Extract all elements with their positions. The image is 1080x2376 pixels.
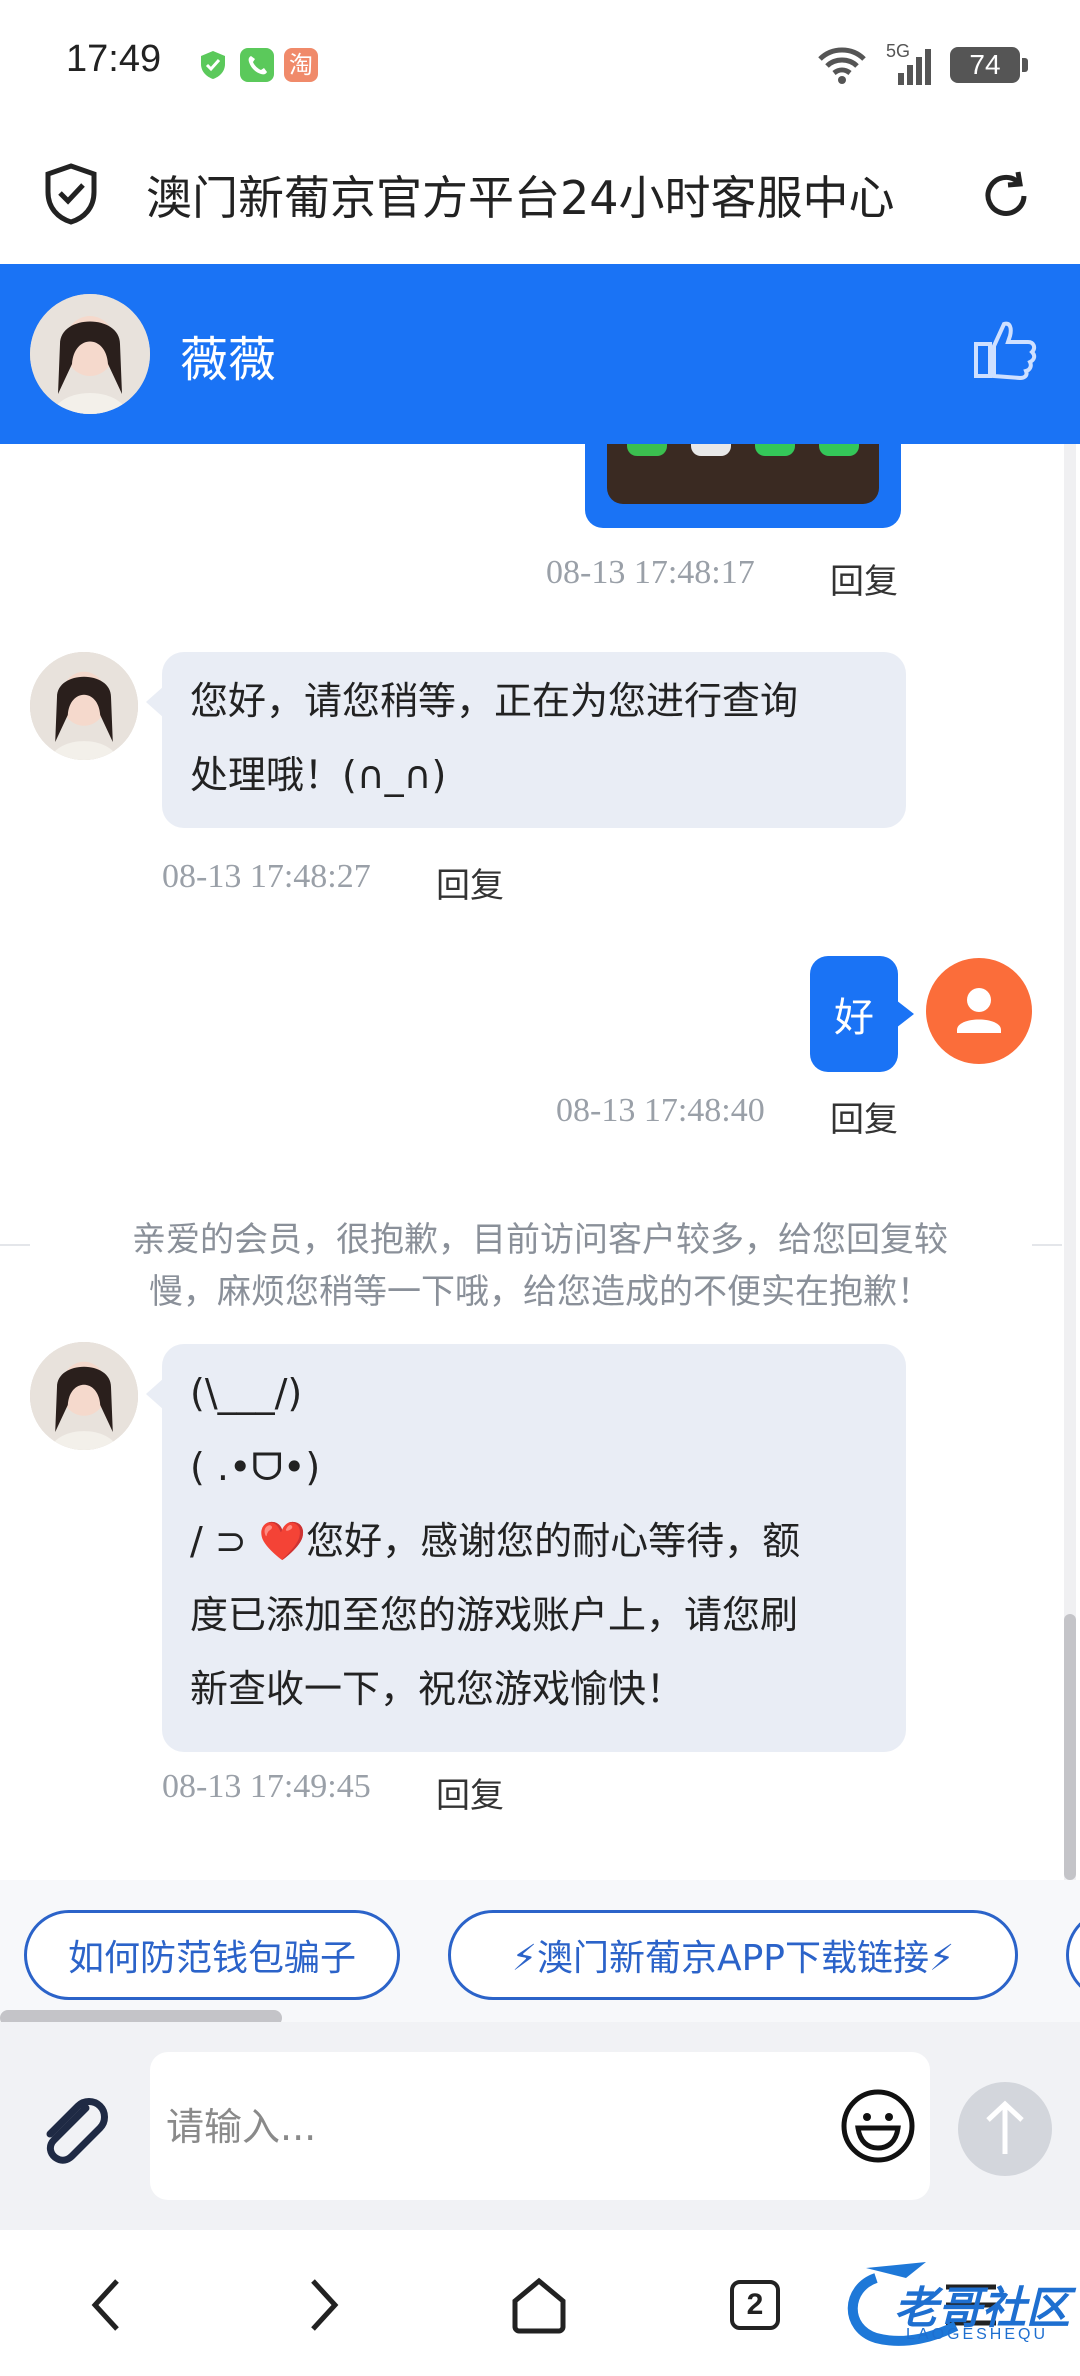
message-time: 08-13 17:49:45 bbox=[162, 1768, 371, 1805]
send-button[interactable] bbox=[958, 2082, 1052, 2176]
message-text: ( .•ᗜ•) bbox=[190, 1445, 321, 1489]
refresh-icon[interactable] bbox=[976, 166, 1036, 226]
phone-app-icon bbox=[755, 444, 795, 456]
agent-name: 薇薇 bbox=[180, 332, 277, 388]
image-message[interactable] bbox=[585, 444, 901, 528]
message-text: / ⊃ bbox=[190, 1519, 259, 1563]
tabs-button[interactable]: 2 bbox=[710, 2260, 800, 2350]
reply-button[interactable]: 回复 bbox=[830, 554, 898, 603]
title-bar: 澳门新葡京官方平台24小时客服中心 bbox=[0, 130, 1080, 264]
input-area bbox=[0, 2022, 1080, 2230]
agent-avatar[interactable] bbox=[30, 294, 150, 414]
watermark-logo: 老哥社区 LAOGESHEQU bbox=[836, 2248, 1070, 2358]
quick-replies: 如何防范钱包骗子 ⚡澳门新葡京APP下载链接⚡ bbox=[0, 1880, 1080, 2022]
system-notice: 亲爱的会员，很抱歉，目前访问客户较多，给您回复较 慢，麻烦您稍等一下哦，给您造成… bbox=[0, 1214, 1080, 1318]
message-text: 度已添加至您的游戏账户上，请您刷 bbox=[190, 1593, 799, 1637]
quick-reply-app-download[interactable]: ⚡澳门新葡京APP下载链接⚡ bbox=[448, 1910, 1018, 2000]
agent-message-bubble: 您好，请您稍等，正在为您进行查询 处理哦！(∩_∩) bbox=[146, 652, 906, 828]
message-time: 08-13 17:48:27 bbox=[162, 858, 371, 895]
home-button[interactable] bbox=[494, 2260, 584, 2350]
messages-app-icon bbox=[819, 444, 859, 456]
thumbs-up-icon[interactable] bbox=[970, 314, 1040, 384]
chat-area[interactable]: 08-13 17:48:17 回复 您好，请您稍等，正在为您进行查询 处理哦！(… bbox=[0, 444, 1080, 1880]
message-input[interactable] bbox=[166, 2082, 806, 2172]
message-time: 08-13 17:48:17 bbox=[546, 554, 755, 591]
reply-button[interactable]: 回复 bbox=[436, 1768, 504, 1817]
message-text-line: / ⊃ ❤️您好，感谢您的耐心等待，额 bbox=[190, 1504, 878, 1578]
agent-message-avatar bbox=[30, 652, 138, 760]
watermark-subtext: LAOGESHEQU bbox=[906, 2326, 1049, 2343]
message-text: 新查收一下，祝您游戏愉快！ bbox=[190, 1667, 685, 1711]
heart-icon: ❤️ bbox=[258, 1519, 307, 1563]
message-text: 您好，感谢您的耐心等待，额 bbox=[306, 1519, 801, 1563]
quick-reply-wallet-scam[interactable]: 如何防范钱包骗子 bbox=[24, 1910, 400, 2000]
battery-icon: 74 bbox=[950, 47, 1028, 83]
signal-icon: 5G bbox=[886, 41, 932, 85]
agent-message-bubble: (\___/) ( .•ᗜ•) / ⊃ ❤️您好，感谢您的耐心等待，额 度已添加… bbox=[146, 1344, 906, 1752]
message-text: (\___/) bbox=[190, 1371, 303, 1415]
wifi-icon bbox=[818, 47, 866, 84]
shield-icon bbox=[196, 48, 230, 82]
back-icon bbox=[91, 2279, 119, 2331]
notice-text: 慢，麻烦您稍等一下哦，给您造成的不便实在抱歉！ bbox=[149, 1272, 931, 1312]
chat-header: 薇薇 bbox=[0, 264, 1080, 444]
message-text: 处理哦！(∩_∩) bbox=[190, 753, 447, 797]
message-time: 08-13 17:48:40 bbox=[556, 1092, 765, 1129]
quick-reply-more[interactable] bbox=[1066, 1910, 1080, 2000]
message-input-box[interactable] bbox=[150, 2052, 930, 2200]
status-right: 5G 74 bbox=[816, 40, 1028, 90]
agent-message-avatar bbox=[30, 1342, 138, 1450]
user-message-bubble: 好 bbox=[810, 956, 914, 1072]
emoji-icon[interactable] bbox=[840, 2088, 916, 2164]
reply-button[interactable]: 回复 bbox=[830, 1092, 898, 1141]
security-check-icon[interactable] bbox=[42, 162, 100, 226]
status-time: 17:49 bbox=[66, 38, 162, 80]
notice-text: 亲爱的会员，很抱歉，目前访问客户较多，给您回复较 bbox=[132, 1220, 948, 1260]
page-title: 澳门新葡京官方平台24小时客服中心 bbox=[146, 171, 895, 225]
screen: { "status_bar": { "time": "17:49", "batt… bbox=[0, 0, 1080, 2376]
attachment-icon[interactable] bbox=[30, 2088, 118, 2176]
chat-scrollbar[interactable] bbox=[1064, 1614, 1076, 1880]
reply-button[interactable]: 回复 bbox=[436, 858, 504, 907]
status-bar: 17:49 淘 5G 74 bbox=[0, 0, 1080, 130]
browser-nav-bar: 2 老哥社区 LAOGESHEQU bbox=[0, 2230, 1080, 2376]
message-image[interactable] bbox=[607, 444, 879, 504]
message-text: 好 bbox=[834, 995, 874, 1041]
wechat-app-icon bbox=[627, 444, 667, 456]
camera-app-icon bbox=[691, 444, 731, 456]
arrow-up-icon bbox=[986, 2100, 1024, 2154]
forward-icon bbox=[311, 2279, 339, 2331]
forward-button[interactable] bbox=[278, 2260, 368, 2350]
message-text: 您好，请您稍等，正在为您进行查询 bbox=[190, 679, 799, 723]
phone-app-icon bbox=[240, 48, 274, 82]
tab-count: 2 bbox=[730, 2280, 780, 2330]
back-button[interactable] bbox=[62, 2260, 152, 2350]
home-icon bbox=[512, 2277, 566, 2334]
network-type: 5G bbox=[886, 41, 911, 61]
user-avatar bbox=[926, 958, 1032, 1064]
taobao-app-icon: 淘 bbox=[284, 48, 318, 82]
